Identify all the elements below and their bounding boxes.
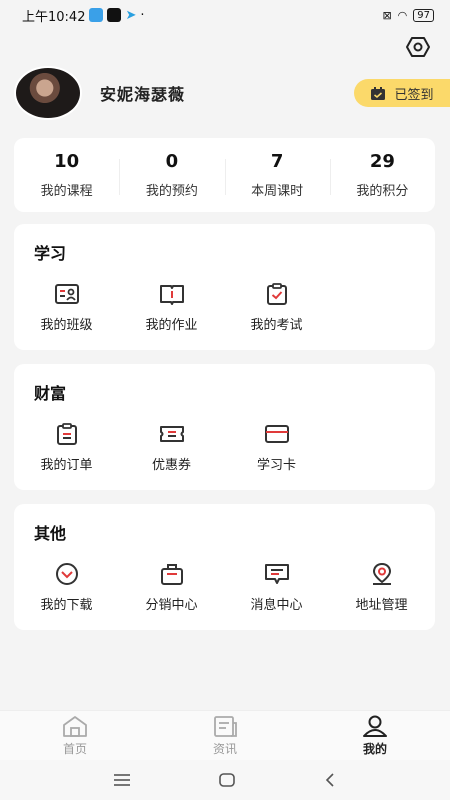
menu-item-my-orders[interactable]: 我的订单 [14, 422, 119, 473]
system-nav-bar [0, 760, 450, 800]
class-icon [54, 284, 79, 304]
location-icon [372, 562, 391, 585]
menu-item-label: 我的考试 [250, 318, 303, 333]
home-square-icon[interactable] [218, 772, 236, 788]
section-title: 其他 [34, 524, 67, 543]
stat-label: 我的积分 [356, 184, 409, 199]
notification-icon [89, 8, 104, 22]
bottom-tab-bar: 首页 资讯 我的 [0, 710, 450, 760]
section-title: 学习 [34, 244, 67, 263]
stat-value: 0 [165, 151, 179, 172]
status-dot: · [140, 7, 145, 23]
menu-item-study-card[interactable]: 学习卡 [224, 422, 329, 473]
menu-item-coupons[interactable]: 优惠券 [119, 422, 224, 473]
home-icon [63, 715, 87, 737]
tiktok-icon [107, 8, 122, 22]
card-icon [264, 425, 289, 443]
status-bar: 上午10:42 ➤ · ⊠ ◠ 97 [0, 0, 450, 30]
back-icon[interactable] [323, 772, 337, 788]
menu-item-label: 消息中心 [250, 598, 303, 613]
stat-courses[interactable]: 10 我的课程 [14, 151, 119, 199]
tab-home[interactable]: 首页 [0, 711, 150, 760]
message-icon [264, 564, 289, 584]
profile-icon [363, 715, 387, 737]
wealth-section: 财富 我的订单 优惠券 学习卡 [14, 364, 435, 490]
news-icon [214, 715, 237, 737]
avatar[interactable] [14, 66, 82, 120]
menu-item-address-management[interactable]: 地址管理 [329, 562, 434, 613]
exam-icon [266, 283, 287, 305]
menu-item-message-center[interactable]: 消息中心 [224, 562, 329, 613]
section-title: 财富 [34, 384, 67, 403]
stat-label: 本周课时 [251, 184, 304, 199]
menu-item-my-class[interactable]: 我的班级 [14, 282, 119, 333]
other-section: 其他 我的下载 分销中心 消息中心 地址管理 [14, 504, 435, 630]
tab-mine[interactable]: 我的 [300, 711, 450, 760]
stats-card: 10 我的课程 0 我的预约 7 本周课时 29 我的积分 [14, 138, 435, 212]
menu-item-distribution-center[interactable]: 分销中心 [119, 562, 224, 613]
stat-value: 10 [54, 151, 80, 172]
order-icon [56, 423, 77, 445]
study-section: 学习 我的班级 我的作业 我的考试 [14, 224, 435, 350]
stat-label: 我的课程 [40, 184, 93, 199]
calendar-check-icon [371, 86, 386, 100]
sim-off-icon: ⊠ [382, 8, 392, 22]
stat-appointments[interactable]: 0 我的预约 [119, 151, 224, 199]
username: 安妮海瑟薇 [100, 85, 186, 104]
menu-item-label: 地址管理 [355, 598, 408, 613]
signin-button[interactable]: 已签到 [354, 79, 450, 107]
tab-label: 首页 [62, 741, 87, 756]
menu-item-my-exam[interactable]: 我的考试 [224, 282, 329, 333]
menu-item-my-homework[interactable]: 我的作业 [119, 282, 224, 333]
tab-label: 资讯 [212, 741, 237, 756]
stat-value: 29 [369, 151, 395, 172]
homework-icon [159, 285, 184, 305]
profile-header: 安妮海瑟薇 已签到 [14, 66, 450, 120]
stat-weekly-hours[interactable]: 7 本周课时 [224, 151, 330, 199]
menu-item-downloads[interactable]: 我的下载 [14, 562, 119, 613]
menu-item-label: 我的作业 [145, 318, 198, 333]
settings-button[interactable] [404, 34, 432, 60]
menu-icon[interactable] [113, 773, 131, 787]
tab-news[interactable]: 资讯 [150, 711, 300, 760]
distribution-icon [160, 564, 183, 585]
wifi-icon: ◠ [397, 8, 408, 22]
menu-item-label: 学习卡 [256, 458, 296, 473]
signin-label: 已签到 [394, 87, 434, 103]
coupon-icon [159, 426, 184, 442]
stat-label: 我的预约 [145, 184, 198, 199]
telegram-icon: ➤ [125, 7, 137, 23]
menu-item-label: 我的班级 [40, 318, 93, 333]
menu-item-label: 我的下载 [40, 598, 93, 613]
menu-item-label: 分销中心 [145, 598, 198, 613]
tab-label: 我的 [362, 741, 387, 756]
gear-icon [406, 37, 430, 57]
battery-indicator: 97 [413, 8, 434, 22]
stat-value: 7 [270, 151, 284, 172]
status-time: 上午10:42 [22, 9, 86, 25]
menu-item-label: 优惠券 [151, 458, 191, 473]
stat-points[interactable]: 29 我的积分 [329, 151, 435, 199]
menu-item-label: 我的订单 [40, 458, 93, 473]
download-icon [55, 563, 78, 585]
